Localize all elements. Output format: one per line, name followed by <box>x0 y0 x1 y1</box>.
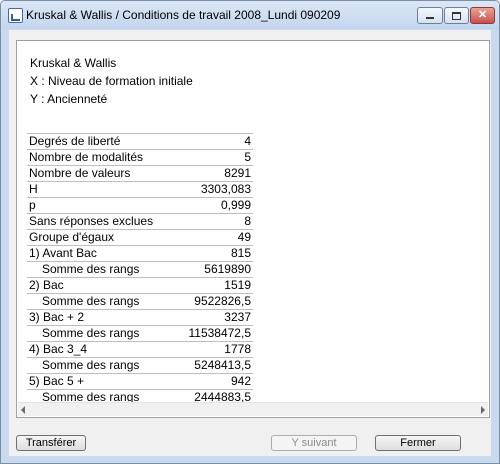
stats-value: 49 <box>237 230 251 244</box>
stats-row: 5) Bac 5 + 942 <box>27 374 253 390</box>
title-bar[interactable]: Kruskal & Wallis / Conditions de travail… <box>1 1 499 29</box>
x-variable: X : Niveau de formation initiale <box>30 74 193 88</box>
rank-sum-label: Somme des rangs <box>42 294 140 308</box>
stats-value: 942 <box>230 374 251 388</box>
stats-label: Degrés de liberté <box>29 134 121 148</box>
kruskal-wallis-window: Kruskal & Wallis / Conditions de travail… <box>0 0 500 464</box>
stats-row: 1) Avant Bac 815 <box>27 246 253 262</box>
rank-sum-label: Somme des rangs <box>42 326 140 340</box>
stats-row: Sans réponses exclues 8 <box>27 214 253 230</box>
stats-label: Nombre de valeurs <box>29 166 131 180</box>
stats-value: 0,999 <box>220 198 251 212</box>
group-label: 1) Avant Bac <box>29 246 97 260</box>
group-label: 4) Bac 3_4 <box>29 342 88 356</box>
window-title: Kruskal & Wallis / Conditions de travail… <box>26 8 341 22</box>
stats-row: H 3303,083 <box>27 182 253 198</box>
scroll-right-icon[interactable] <box>481 406 485 414</box>
stats-row: Somme des rangs 5619890 <box>27 262 253 278</box>
rank-sum-label: Somme des rangs <box>42 262 140 276</box>
rank-sum-label: Somme des rangs <box>42 358 140 372</box>
stats-row: Nombre de modalités 5 <box>27 150 253 166</box>
stats-value: 8 <box>244 214 251 228</box>
stats-value: 815 <box>230 246 251 260</box>
stats-row: Somme des rangs 9522826,5 <box>27 294 253 310</box>
scroll-left-icon[interactable] <box>21 406 25 414</box>
stats-value: 9522826,5 <box>194 294 251 308</box>
stats-row: Somme des rangs 11538472,5 <box>27 326 253 342</box>
stats-row: 4) Bac 3_4 1778 <box>27 342 253 358</box>
stats-label: p <box>29 198 36 212</box>
stats-value: 8291 <box>224 166 251 180</box>
stats-label: Sans réponses exclues <box>29 214 154 228</box>
stats-row: Nombre de valeurs 8291 <box>27 166 253 182</box>
stats-table: Degrés de liberté 4 Nombre de modalités … <box>27 133 253 406</box>
y-next-button[interactable]: Y suivant <box>271 435 357 451</box>
app-icon <box>8 8 23 23</box>
results-panel: Kruskal & Wallis X : Niveau de formation… <box>16 40 490 418</box>
stats-value: 5 <box>244 150 251 164</box>
stats-value: 3237 <box>224 310 251 324</box>
stats-value: 3303,083 <box>200 182 251 196</box>
close-button[interactable]: Fermer <box>375 435 461 451</box>
minimize-button[interactable] <box>417 7 443 24</box>
stats-value: 4 <box>244 134 251 148</box>
close-window-button[interactable] <box>470 7 495 24</box>
stats-value: 1778 <box>224 342 251 356</box>
dialog-body: Kruskal & Wallis X : Niveau de formation… <box>9 30 491 456</box>
group-label: 2) Bac <box>29 278 64 292</box>
transfer-button[interactable]: Transférer <box>16 435 86 451</box>
stats-row: 3) Bac + 2 3237 <box>27 310 253 326</box>
stats-row: Groupe d'égaux 49 <box>27 230 253 246</box>
stats-row: Somme des rangs 5248413,5 <box>27 358 253 374</box>
stats-value: 1519 <box>224 278 251 292</box>
stats-row: 2) Bac 1519 <box>27 278 253 294</box>
maximize-button[interactable] <box>444 7 469 24</box>
stats-row: p 0,999 <box>27 198 253 214</box>
stats-label: H <box>29 182 38 196</box>
test-name: Kruskal & Wallis <box>30 56 117 70</box>
stats-value: 11538472,5 <box>188 326 251 340</box>
y-variable: Y : Ancienneté <box>30 92 108 106</box>
horizontal-scrollbar[interactable] <box>18 402 488 416</box>
group-label: 3) Bac + 2 <box>29 310 85 324</box>
stats-row: Degrés de liberté 4 <box>27 133 253 150</box>
stats-label: Groupe d'égaux <box>29 230 115 244</box>
stats-label: Nombre de modalités <box>29 150 144 164</box>
stats-value: 5619890 <box>204 262 251 276</box>
stats-value: 5248413,5 <box>194 358 251 372</box>
group-label: 5) Bac 5 + <box>29 374 85 388</box>
